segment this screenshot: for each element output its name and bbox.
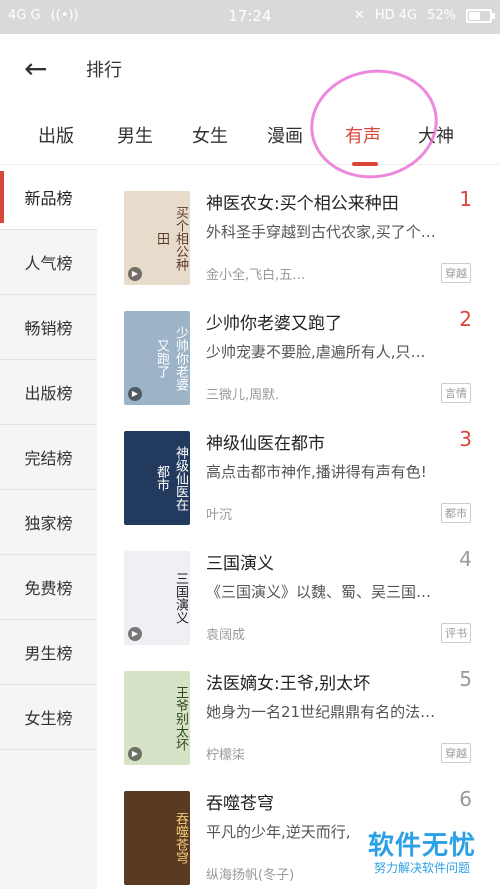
category-tabs: 出版 男生 女生 漫画 有声 大神: [0, 104, 500, 166]
genre-badge: 都市: [441, 503, 471, 523]
book-description: 外科圣手穿越到古代农家,买了个…: [206, 223, 436, 241]
sidebar-item-popular[interactable]: 人气榜: [0, 230, 97, 295]
book-author: 三微儿,周默.: [206, 388, 280, 403]
book-title: 少帅你老婆又跑了: [206, 314, 342, 334]
book-title: 法医嫡女:王爷,别太坏: [206, 674, 371, 694]
book-author: 金小全,飞白,五…: [206, 268, 306, 283]
play-icon: ▶: [128, 747, 142, 761]
book-author: 袁阔成: [206, 628, 246, 643]
tab-master[interactable]: 大神: [418, 122, 454, 148]
book-description: 高点击都市神作,播讲得有声有色!: [206, 463, 427, 481]
book-description: 《三国演义》以魏、蜀、吴三国…: [206, 583, 432, 601]
play-icon: ▶: [128, 387, 142, 401]
sidebar-item-male[interactable]: 男生榜: [0, 620, 97, 685]
genre-badge: 穿越: [441, 743, 471, 763]
tab-female[interactable]: 女生: [192, 122, 228, 148]
book-cover[interactable]: 买个相公种田 ▶: [124, 191, 190, 285]
book-description: 少帅宠妻不要脸,虐遍所有人,只…: [206, 343, 426, 361]
site-watermark: 软件无忧 努力解决软件问题: [358, 831, 486, 879]
book-title: 吞噬苍穹: [206, 794, 274, 814]
sidebar-item-bestselling[interactable]: 畅销榜: [0, 295, 97, 360]
cover-title: 神级仙医在都市: [154, 445, 188, 511]
mute-icon: ✕: [353, 8, 365, 23]
system-indicators: ✕ HD 4G 52%: [353, 8, 495, 23]
book-list: 买个相公种田 ▶ 神医农女:买个相公来种田 1 外科圣手穿越到古代农家,买了个……: [97, 165, 500, 889]
list-item[interactable]: 少帅你老婆又跑了 ▶ 少帅你老婆又跑了 2 少帅宠妻不要脸,虐遍所有人,只… 三…: [97, 285, 500, 405]
watermark-title: 软件无忧: [367, 831, 476, 861]
status-bar: 4G G ((•)) 17:24 ✕ HD 4G 52%: [0, 0, 500, 34]
tab-comics[interactable]: 漫画: [267, 122, 303, 148]
book-title: 三国演义: [206, 554, 274, 574]
sidebar-item-free[interactable]: 免费榜: [0, 555, 97, 620]
tab-audio[interactable]: 有声: [345, 122, 381, 148]
book-description: 她身为一名21世纪鼎鼎有名的法…: [206, 703, 436, 721]
book-rank: 3: [459, 427, 472, 451]
watermark-subtitle: 努力解决软件问题: [373, 861, 470, 875]
genre-badge: 言情: [441, 383, 471, 403]
ranking-sidebar: 新品榜 人气榜 畅销榜 出版榜 完结榜 独家榜 免费榜 男生榜 女生榜: [0, 165, 97, 889]
network-label: HD 4G: [374, 8, 418, 23]
cover-title: 三国演义: [173, 572, 188, 624]
battery-icon: [466, 8, 495, 23]
book-cover[interactable]: 吞噬苍穹: [124, 791, 190, 885]
cover-title: 王爷别太坏: [173, 685, 188, 751]
book-rank: 1: [459, 187, 472, 211]
app-header: ← 排行: [0, 34, 500, 104]
tab-publishing[interactable]: 出版: [38, 122, 74, 148]
sidebar-item-exclusive[interactable]: 独家榜: [0, 490, 97, 555]
book-cover[interactable]: 三国演义 ▶: [124, 551, 190, 645]
play-icon: ▶: [128, 267, 142, 281]
genre-badge: 评书: [441, 623, 471, 643]
cover-title: 吞噬苍穹: [173, 812, 188, 864]
book-cover[interactable]: 王爷别太坏 ▶: [124, 671, 190, 765]
list-item[interactable]: 神级仙医在都市 神级仙医在都市 3 高点击都市神作,播讲得有声有色! 叶沉 都市: [97, 405, 500, 525]
cover-title: 买个相公种田: [154, 205, 188, 271]
sidebar-item-new[interactable]: 新品榜: [0, 165, 97, 230]
book-rank: 2: [459, 307, 472, 331]
book-title: 神医农女:买个相公来种田: [206, 194, 399, 214]
book-rank: 6: [459, 787, 472, 811]
sidebar-item-publishing[interactable]: 出版榜: [0, 360, 97, 425]
tab-male[interactable]: 男生: [117, 122, 153, 148]
list-item[interactable]: 王爷别太坏 ▶ 法医嫡女:王爷,别太坏 5 她身为一名21世纪鼎鼎有名的法… 柠…: [97, 645, 500, 765]
genre-badge: 穿越: [441, 263, 471, 283]
book-cover[interactable]: 少帅你老婆又跑了 ▶: [124, 311, 190, 405]
book-author: 叶沉: [206, 508, 233, 523]
battery-percent: 52%: [427, 8, 456, 23]
list-item[interactable]: 三国演义 ▶ 三国演义 4 《三国演义》以魏、蜀、吴三国… 袁阔成 评书: [97, 525, 500, 645]
play-icon: ▶: [128, 627, 142, 641]
book-rank: 5: [459, 667, 472, 691]
sidebar-item-completed[interactable]: 完结榜: [0, 425, 97, 490]
cover-title: 少帅你老婆又跑了: [154, 325, 188, 391]
book-title: 神级仙医在都市: [206, 434, 325, 454]
sidebar-item-female[interactable]: 女生榜: [0, 685, 97, 750]
book-cover[interactable]: 神级仙医在都市: [124, 431, 190, 525]
back-arrow-icon[interactable]: ←: [24, 54, 54, 84]
page-title: 排行: [86, 60, 122, 81]
book-author: 柠檬柒: [206, 748, 246, 763]
book-rank: 4: [459, 547, 472, 571]
list-item[interactable]: 买个相公种田 ▶ 神医农女:买个相公来种田 1 外科圣手穿越到古代农家,买了个……: [97, 165, 500, 285]
